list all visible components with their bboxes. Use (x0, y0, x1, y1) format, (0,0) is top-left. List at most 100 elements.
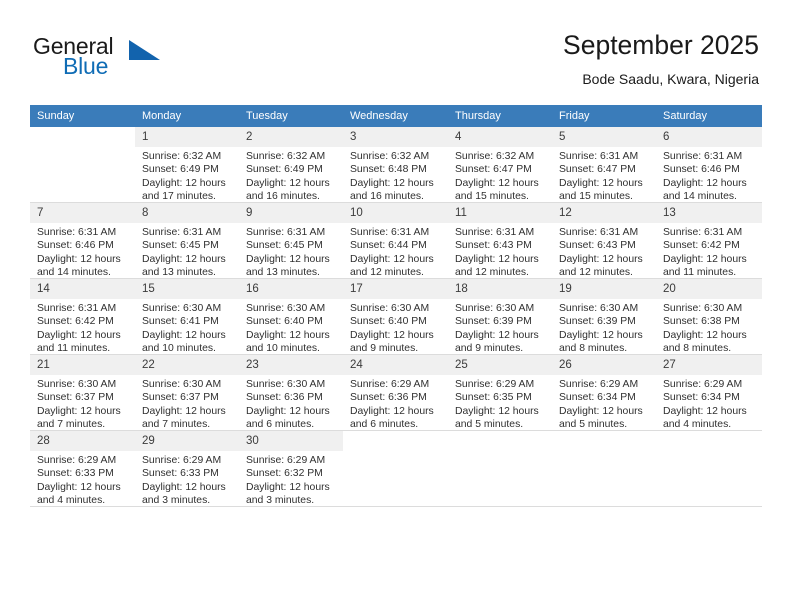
sunset-text: Sunset: 6:36 PM (246, 392, 323, 404)
day-number: 18 (448, 279, 552, 299)
day-details: Sunrise: 6:29 AM Sunset: 6:32 PM Dayligh… (239, 451, 343, 508)
day-details: Sunrise: 6:31 AM Sunset: 6:43 PM Dayligh… (448, 223, 552, 280)
day-cell[interactable]: 28 Sunrise: 6:29 AM Sunset: 6:33 PM Dayl… (30, 430, 135, 507)
daylight-text-line1: Daylight: 12 hours (455, 405, 539, 417)
sunrise-text: Sunrise: 6:30 AM (663, 303, 743, 314)
day-number: 29 (135, 431, 239, 451)
day-cell[interactable]: 4 Sunrise: 6:32 AM Sunset: 6:47 PM Dayli… (448, 127, 552, 203)
daylight-text-line1: Daylight: 12 hours (350, 177, 434, 189)
day-details: Sunrise: 6:31 AM Sunset: 6:45 PM Dayligh… (239, 223, 343, 280)
sunrise-text: Sunrise: 6:30 AM (142, 303, 222, 314)
sunrise-text: Sunrise: 6:30 AM (559, 303, 639, 314)
day-cell[interactable]: 15 Sunrise: 6:30 AM Sunset: 6:41 PM Dayl… (135, 278, 239, 355)
daylight-text-line2: and 8 minutes. (559, 343, 628, 355)
day-cell[interactable]: 8 Sunrise: 6:31 AM Sunset: 6:45 PM Dayli… (135, 202, 239, 279)
day-number: 12 (552, 203, 656, 223)
day-cell[interactable]: 3 Sunrise: 6:32 AM Sunset: 6:48 PM Dayli… (343, 127, 448, 203)
day-cell[interactable]: 20 Sunrise: 6:30 AM Sunset: 6:38 PM Dayl… (656, 278, 762, 355)
day-cell[interactable]: 12 Sunrise: 6:31 AM Sunset: 6:43 PM Dayl… (552, 202, 656, 280)
daylight-text-line1: Daylight: 12 hours (37, 253, 121, 265)
day-cell[interactable]: 16 Sunrise: 6:30 AM Sunset: 6:40 PM Dayl… (239, 278, 343, 355)
day-cell[interactable]: 7 Sunrise: 6:31 AM Sunset: 6:46 PM Dayli… (30, 202, 135, 279)
day-cell[interactable]: 27 Sunrise: 6:29 AM Sunset: 6:34 PM Dayl… (656, 354, 762, 431)
day-number: 8 (135, 203, 239, 223)
daylight-text-line1: Daylight: 12 hours (37, 329, 121, 341)
daylight-text-line1: Daylight: 12 hours (246, 329, 330, 341)
daylight-text-line2: and 13 minutes. (142, 267, 216, 279)
sunset-text: Sunset: 6:43 PM (559, 240, 636, 252)
daylight-text-line1: Daylight: 12 hours (142, 177, 226, 189)
weekday-header-saturday: Saturday (656, 105, 762, 127)
day-details: Sunrise: 6:31 AM Sunset: 6:43 PM Dayligh… (552, 223, 656, 280)
daylight-text-line1: Daylight: 12 hours (663, 405, 747, 417)
daylight-text-line1: Daylight: 12 hours (663, 329, 747, 341)
sunrise-text: Sunrise: 6:32 AM (142, 151, 222, 162)
day-cell[interactable]: 18 Sunrise: 6:30 AM Sunset: 6:39 PM Dayl… (448, 278, 552, 355)
daylight-text-line2: and 7 minutes. (142, 419, 211, 431)
daylight-text-line2: and 12 minutes. (350, 267, 424, 279)
daylight-text-line2: and 4 minutes. (663, 419, 732, 431)
day-cell[interactable]: 17 Sunrise: 6:30 AM Sunset: 6:40 PM Dayl… (343, 278, 448, 355)
day-number (30, 127, 135, 147)
general-blue-logo[interactable]: General Blue (33, 33, 233, 85)
sunset-text: Sunset: 6:39 PM (455, 316, 532, 328)
sunset-text: Sunset: 6:39 PM (559, 316, 636, 328)
sunrise-text: Sunrise: 6:30 AM (455, 303, 535, 314)
day-number: 7 (30, 203, 135, 223)
day-number: 1 (135, 127, 239, 147)
day-cell[interactable]: 29 Sunrise: 6:29 AM Sunset: 6:33 PM Dayl… (135, 430, 239, 508)
sunrise-text: Sunrise: 6:30 AM (142, 379, 222, 390)
sunset-text: Sunset: 6:37 PM (142, 392, 219, 404)
day-number: 9 (239, 203, 343, 223)
day-cell[interactable]: 23 Sunrise: 6:30 AM Sunset: 6:36 PM Dayl… (239, 354, 343, 431)
day-details: Sunrise: 6:32 AM Sunset: 6:49 PM Dayligh… (135, 147, 239, 204)
sunset-text: Sunset: 6:37 PM (37, 392, 114, 404)
sunrise-text: Sunrise: 6:32 AM (455, 151, 535, 162)
day-cell[interactable]: 11 Sunrise: 6:31 AM Sunset: 6:43 PM Dayl… (448, 202, 552, 280)
day-cell[interactable]: 5 Sunrise: 6:31 AM Sunset: 6:47 PM Dayli… (552, 127, 656, 203)
daylight-text-line2: and 8 minutes. (663, 343, 732, 355)
day-details: Sunrise: 6:29 AM Sunset: 6:34 PM Dayligh… (552, 375, 656, 432)
day-cell[interactable]: 14 Sunrise: 6:31 AM Sunset: 6:42 PM Dayl… (30, 278, 135, 355)
daylight-text-line2: and 14 minutes. (663, 191, 737, 203)
day-number: 14 (30, 279, 135, 299)
day-details: Sunrise: 6:30 AM Sunset: 6:37 PM Dayligh… (30, 375, 135, 432)
calendar-week-row: 21 Sunrise: 6:30 AM Sunset: 6:37 PM Dayl… (30, 354, 762, 432)
day-cell[interactable]: 21 Sunrise: 6:30 AM Sunset: 6:37 PM Dayl… (30, 354, 135, 432)
day-cell (343, 430, 448, 507)
sunrise-text: Sunrise: 6:32 AM (350, 151, 430, 162)
daylight-text-line1: Daylight: 12 hours (37, 405, 121, 417)
day-cell (656, 430, 762, 507)
weekday-header-monday: Monday (135, 105, 239, 127)
day-number (552, 431, 656, 451)
day-cell[interactable]: 26 Sunrise: 6:29 AM Sunset: 6:34 PM Dayl… (552, 354, 656, 432)
day-cell[interactable]: 19 Sunrise: 6:30 AM Sunset: 6:39 PM Dayl… (552, 278, 656, 356)
sunrise-text: Sunrise: 6:30 AM (246, 303, 326, 314)
daylight-text-line2: and 16 minutes. (246, 191, 320, 203)
sunset-text: Sunset: 6:34 PM (559, 392, 636, 404)
day-cell[interactable]: 10 Sunrise: 6:31 AM Sunset: 6:44 PM Dayl… (343, 202, 448, 279)
daylight-text-line2: and 7 minutes. (37, 419, 106, 431)
day-cell[interactable]: 24 Sunrise: 6:29 AM Sunset: 6:36 PM Dayl… (343, 354, 448, 431)
day-cell[interactable]: 2 Sunrise: 6:32 AM Sunset: 6:49 PM Dayli… (239, 127, 343, 203)
sunset-text: Sunset: 6:45 PM (142, 240, 219, 252)
day-number: 28 (30, 431, 135, 451)
day-details: Sunrise: 6:31 AM Sunset: 6:47 PM Dayligh… (552, 147, 656, 204)
day-cell[interactable]: 1 Sunrise: 6:32 AM Sunset: 6:49 PM Dayli… (135, 127, 239, 203)
day-cell[interactable]: 22 Sunrise: 6:30 AM Sunset: 6:37 PM Dayl… (135, 354, 239, 431)
day-cell[interactable]: 9 Sunrise: 6:31 AM Sunset: 6:45 PM Dayli… (239, 202, 343, 280)
day-cell (30, 127, 135, 203)
location-subtitle: Bode Saadu, Kwara, Nigeria (582, 71, 759, 87)
sunrise-text: Sunrise: 6:29 AM (663, 379, 743, 390)
daylight-text-line1: Daylight: 12 hours (455, 177, 539, 189)
day-cell[interactable]: 6 Sunrise: 6:31 AM Sunset: 6:46 PM Dayli… (656, 127, 762, 203)
sunrise-text: Sunrise: 6:31 AM (142, 227, 222, 238)
daylight-text-line1: Daylight: 12 hours (559, 405, 643, 417)
day-cell[interactable]: 13 Sunrise: 6:31 AM Sunset: 6:42 PM Dayl… (656, 202, 762, 279)
day-cell[interactable]: 30 Sunrise: 6:29 AM Sunset: 6:32 PM Dayl… (239, 430, 343, 508)
sunset-text: Sunset: 6:47 PM (455, 164, 532, 176)
daylight-text-line2: and 12 minutes. (455, 267, 529, 279)
day-details: Sunrise: 6:29 AM Sunset: 6:33 PM Dayligh… (135, 451, 239, 508)
day-cell[interactable]: 25 Sunrise: 6:29 AM Sunset: 6:35 PM Dayl… (448, 354, 552, 431)
day-details: Sunrise: 6:30 AM Sunset: 6:39 PM Dayligh… (552, 299, 656, 356)
